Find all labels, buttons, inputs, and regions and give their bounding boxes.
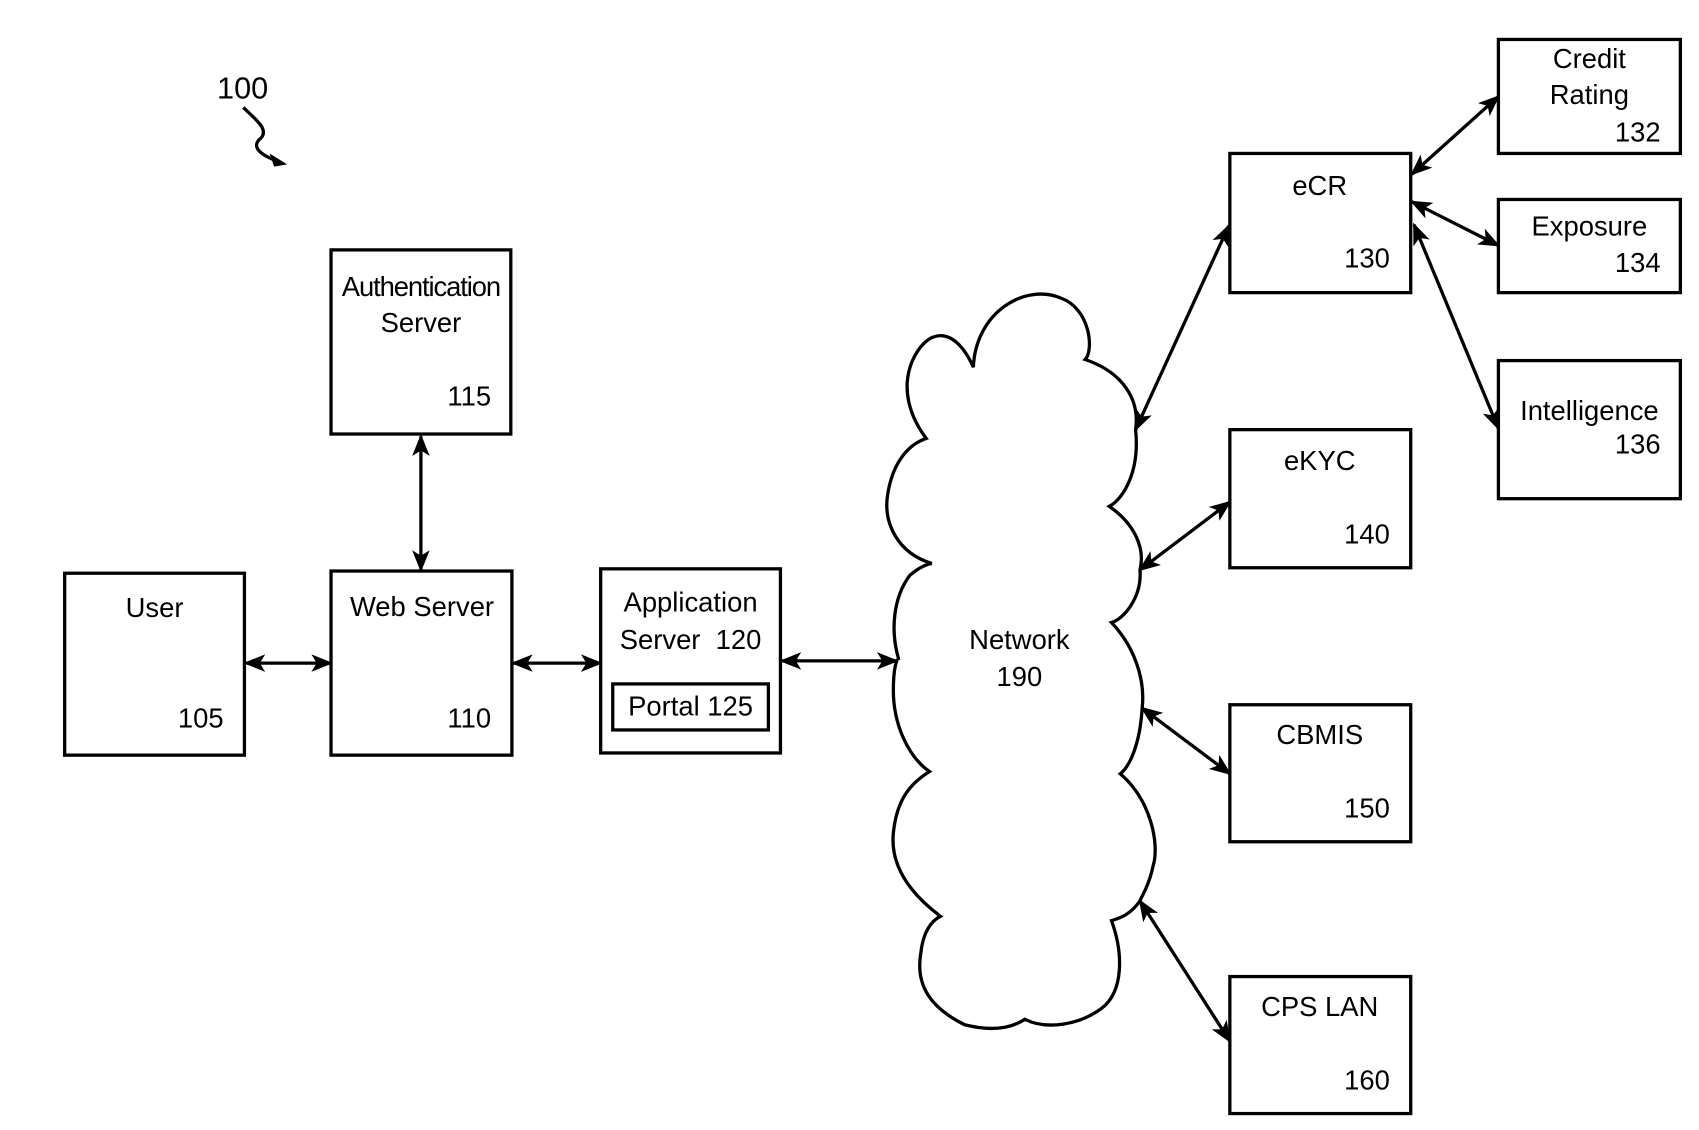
intelligence-title: Intelligence <box>1520 395 1659 426</box>
cps-lan-ref: 160 <box>1344 1064 1390 1095</box>
exposure-ref: 134 <box>1615 247 1661 278</box>
network-title: Network <box>969 624 1070 655</box>
network-ref: 190 <box>997 661 1043 692</box>
app-server-title-line2: Server 120 <box>620 624 762 655</box>
ecr-title: eCR <box>1292 170 1347 201</box>
cps-lan-title: CPS LAN <box>1261 991 1378 1022</box>
portal-label: Portal 125 <box>628 691 753 722</box>
intelligence-ref: 136 <box>1615 429 1661 460</box>
cbmis-title: CBMIS <box>1276 719 1363 750</box>
figure-reference-squiggle <box>242 106 282 164</box>
connector-network-ekyc <box>1138 500 1232 572</box>
system-architecture-diagram: 100 Network 190 User 105 Web Server 110 <box>63 37 1683 1116</box>
node-credit-rating[interactable]: Credit Rating 132 <box>1496 37 1683 156</box>
credit-rating-ref: 132 <box>1615 116 1661 147</box>
node-exposure[interactable]: Exposure 134 <box>1496 197 1683 295</box>
node-cps-lan[interactable]: CPS LAN 160 <box>1228 974 1413 1116</box>
app-server-title-line1: Application <box>624 587 758 618</box>
node-cbmis[interactable]: CBMIS 150 <box>1228 703 1413 844</box>
connector-ecr-exposure <box>1409 200 1501 247</box>
connector-ecr-intelligence <box>1412 222 1500 431</box>
node-authentication-server[interactable]: Authentication Server 115 <box>329 248 513 436</box>
ecr-ref: 130 <box>1344 242 1390 273</box>
ekyc-title: eKYC <box>1284 445 1356 476</box>
connector-network-cbmis <box>1140 706 1232 776</box>
cbmis-ref: 150 <box>1344 793 1390 824</box>
auth-server-title-line1: Authentication <box>342 271 500 302</box>
connector-ecr-credit-rating <box>1410 94 1501 176</box>
credit-rating-title-line2: Rating <box>1550 79 1629 110</box>
auth-server-ref: 115 <box>447 381 491 412</box>
node-user[interactable]: User 105 <box>63 571 247 757</box>
web-server-title: Web Server <box>350 591 494 622</box>
exposure-title: Exposure <box>1532 211 1648 242</box>
connector-network-ecr <box>1134 223 1231 432</box>
portal-component[interactable]: Portal 125 <box>611 682 771 732</box>
connector-network-cps-lan <box>1138 899 1232 1044</box>
node-ekyc[interactable]: eKYC 140 <box>1228 427 1413 570</box>
auth-server-title-line2: Server <box>381 307 462 338</box>
node-application-server[interactable]: Application Server 120 Portal 125 <box>599 567 783 755</box>
credit-rating-title-line1: Credit <box>1553 43 1626 74</box>
node-intelligence[interactable]: Intelligence 136 <box>1496 358 1683 501</box>
node-ecr[interactable]: eCR 130 <box>1228 151 1413 295</box>
figure-reference: 100 <box>217 71 288 167</box>
node-web-server[interactable]: Web Server 110 <box>329 569 514 757</box>
user-title: User <box>126 592 184 623</box>
ekyc-ref: 140 <box>1344 519 1390 550</box>
figure-reference-arrowhead <box>269 153 288 167</box>
user-ref: 105 <box>178 703 224 734</box>
web-server-ref: 110 <box>447 703 491 734</box>
figure-reference-label: 100 <box>217 71 268 106</box>
node-network[interactable]: Network 190 <box>885 292 1157 1031</box>
